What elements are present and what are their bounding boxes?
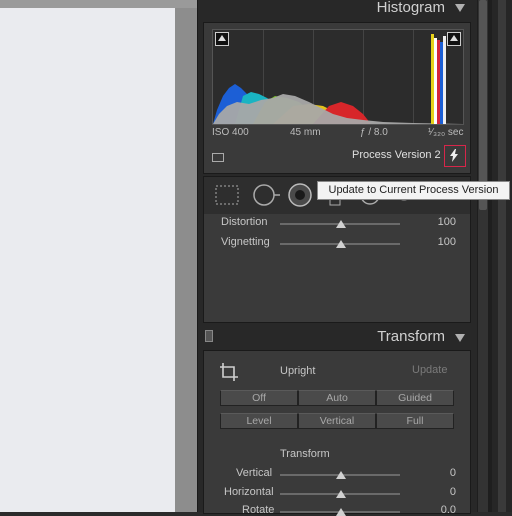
show-original-icon[interactable] [212, 153, 224, 162]
histogram-header[interactable]: Histogram [203, 0, 471, 20]
red-eye-icon[interactable] [288, 183, 312, 207]
shadow-clipping-toggle-icon[interactable] [215, 32, 229, 46]
process-version-label: Process Version 2 [352, 149, 441, 161]
horizontal-value[interactable]: 0 [416, 486, 456, 498]
transform-header[interactable]: Transform [203, 326, 471, 348]
aperture-value: ƒ / 8.0 [360, 127, 388, 138]
upright-vertical-button[interactable]: Vertical [298, 413, 376, 429]
spot-removal-icon[interactable] [253, 184, 280, 206]
lens-corrections-panel: Distortion 100 Vignetting 100 [203, 214, 471, 323]
rotate-label: Rotate [242, 504, 275, 516]
shutter-speed: ¹⁄₃₂₀ sec [428, 127, 464, 138]
crop-overlay-icon[interactable] [215, 185, 239, 205]
upright-label: Upright [280, 365, 316, 377]
transform-title: Transform [377, 328, 445, 345]
update-button[interactable]: Update [412, 364, 447, 376]
transform-panel: Upright Update Off Auto Guided Level Ver… [203, 350, 471, 516]
distortion-slider-knob[interactable] [336, 220, 346, 228]
canvas-top-strip [0, 0, 197, 8]
update-process-tooltip: Update to Current Process Version [317, 181, 510, 200]
rotate-slider-knob[interactable] [336, 508, 346, 516]
lightning-bolt-icon [450, 149, 458, 162]
collapse-triangle-icon[interactable] [455, 4, 465, 12]
vignetting-slider-knob[interactable] [336, 240, 346, 248]
transform-subsection-title: Transform [280, 448, 330, 460]
panel-scrollbar-thumb[interactable] [479, 0, 487, 210]
upright-auto-button[interactable]: Auto [298, 390, 376, 406]
panel-switch-toggle[interactable] [205, 330, 213, 342]
histogram-title: Histogram [376, 0, 445, 16]
horizontal-label: Horizontal [224, 486, 274, 498]
upright-full-button[interactable]: Full [376, 413, 454, 429]
photo-preview[interactable] [0, 8, 175, 512]
upright-off-button[interactable]: Off [220, 390, 298, 406]
vignetting-label: Vignetting [221, 236, 270, 248]
crop-tool-icon[interactable] [218, 361, 240, 383]
upright-buttons-row-1: Off Auto Guided [220, 390, 454, 406]
far-right-edge [492, 0, 512, 512]
highlight-clipping-toggle-icon[interactable] [447, 32, 461, 46]
histogram-curves [213, 34, 463, 124]
collapse-triangle-icon[interactable] [455, 334, 465, 342]
upright-guided-button[interactable]: Guided [376, 390, 454, 406]
vertical-value[interactable]: 0 [416, 467, 456, 479]
vignetting-value[interactable]: 100 [416, 236, 456, 248]
distortion-label: Distortion [221, 216, 268, 228]
upright-level-button[interactable]: Level [220, 413, 298, 429]
focal-length: 45 mm [290, 127, 321, 138]
vertical-label: Vertical [236, 467, 273, 479]
distortion-value[interactable]: 100 [416, 216, 456, 228]
histogram-graph[interactable] [212, 29, 464, 125]
histogram-panel: ISO 400 45 mm ƒ / 8.0 ¹⁄₃₂₀ sec Process … [203, 22, 471, 174]
photo-margin [175, 8, 197, 512]
vertical-slider-knob[interactable] [336, 471, 346, 479]
upright-buttons-row-2: Level Vertical Full [220, 413, 454, 429]
iso-value: ISO 400 [212, 127, 249, 138]
horizontal-slider-knob[interactable] [336, 490, 346, 498]
update-process-button[interactable] [444, 145, 466, 167]
rotate-value[interactable]: 0.0 [416, 504, 456, 516]
